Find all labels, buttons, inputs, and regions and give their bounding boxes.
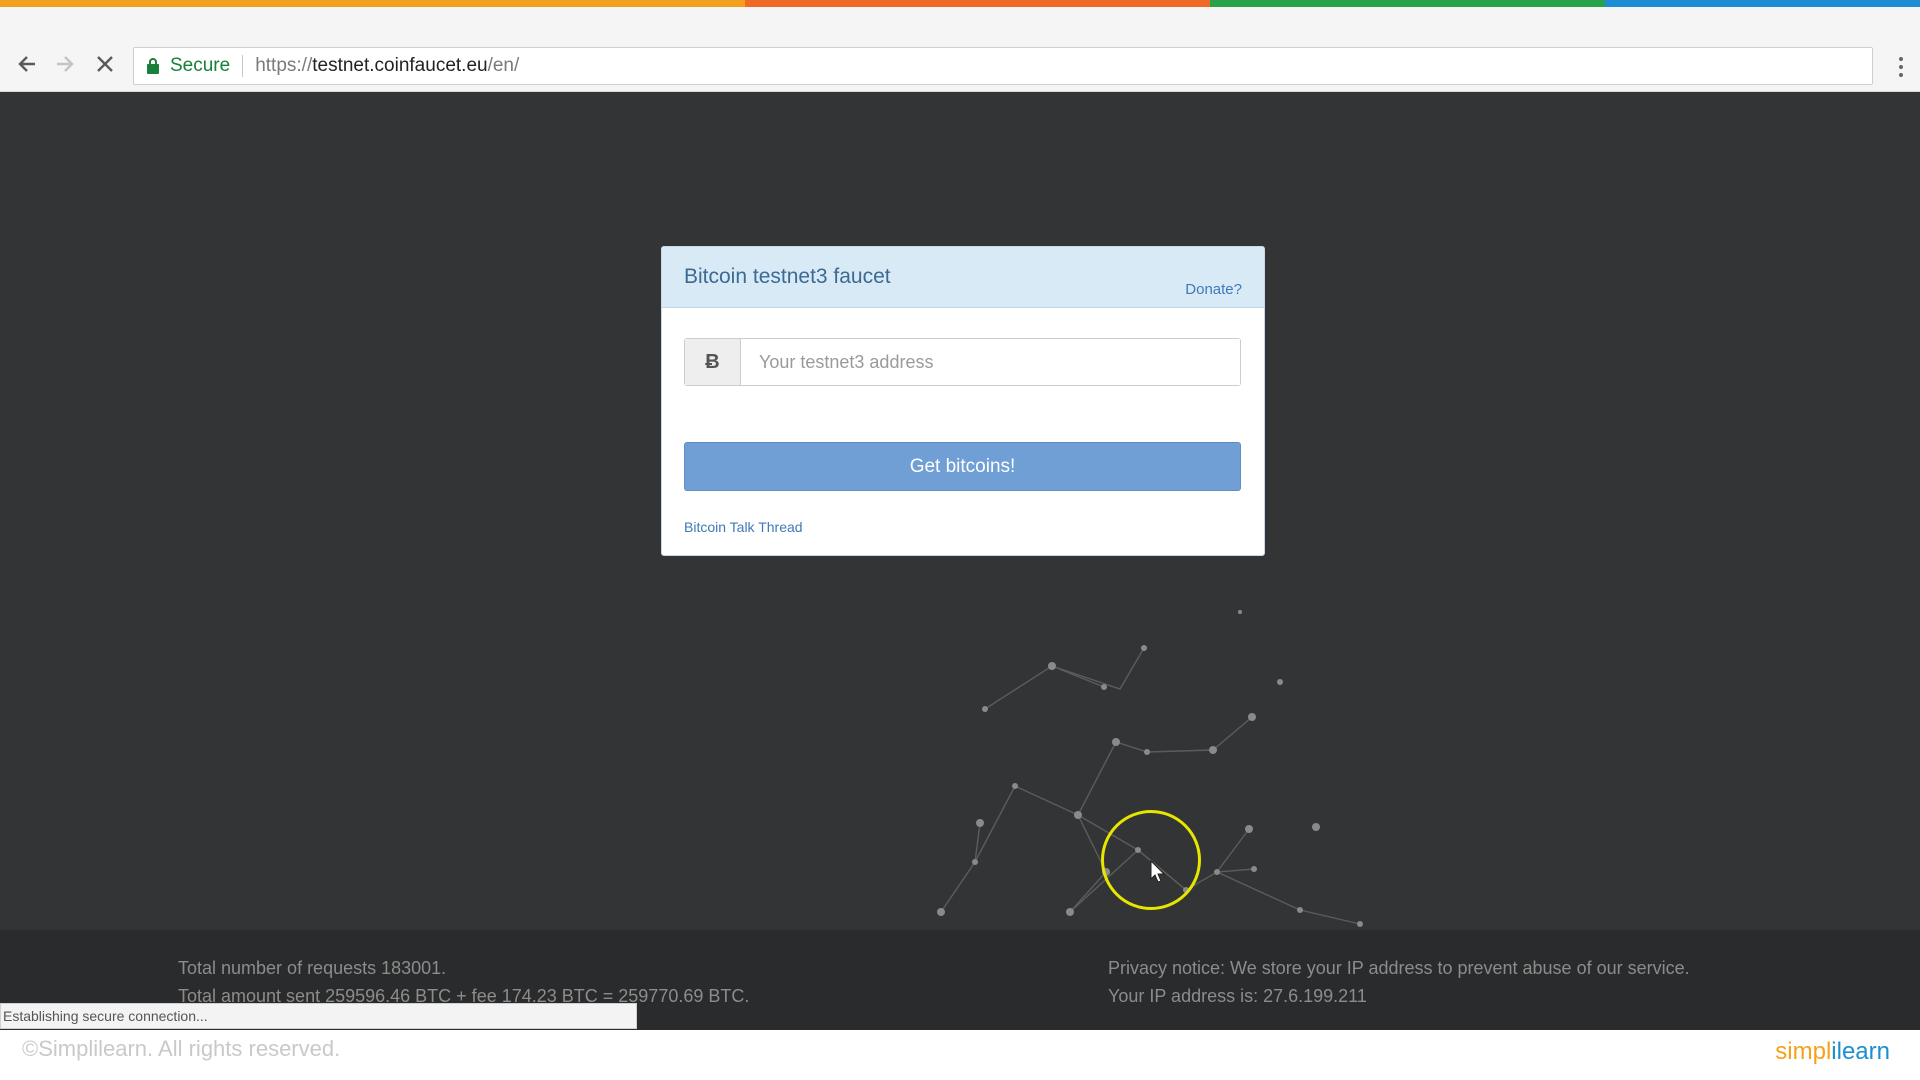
- bitcoin-talk-thread-link[interactable]: Bitcoin Talk Thread: [684, 519, 803, 535]
- testnet-address-input[interactable]: [741, 339, 1240, 385]
- get-bitcoins-button[interactable]: Get bitcoins!: [684, 442, 1241, 491]
- forward-button[interactable]: [50, 49, 80, 79]
- browser-menu-button[interactable]: [1898, 57, 1904, 79]
- mouse-pointer-icon: [1150, 860, 1166, 883]
- donate-link[interactable]: Donate?: [1185, 281, 1242, 298]
- brand-stripe: [0, 0, 1920, 7]
- browser-toolbar: Secure https://testnet.coinfaucet.eu/en/: [0, 7, 1920, 92]
- page-content: Bitcoin testnet3 faucet Donate? Ƀ Get bi…: [0, 92, 1920, 930]
- privacy-notice-text: Privacy notice: We store your IP address…: [1108, 958, 1690, 978]
- footer-stats: Total number of requests 183001. Total a…: [178, 954, 749, 1010]
- stripe-blue: [1605, 0, 1920, 7]
- ip-address-text: Your IP address is: 27.6.199.211: [1108, 986, 1367, 1006]
- brand-logo-part2: ilearn: [1831, 1038, 1890, 1065]
- brand-logo-part1: simpl: [1775, 1038, 1832, 1065]
- faucet-card: Bitcoin testnet3 faucet Donate? Ƀ Get bi…: [661, 246, 1265, 556]
- lock-icon: [147, 58, 159, 74]
- stripe-red: [745, 0, 1210, 7]
- url-scheme: https://: [255, 55, 313, 76]
- copyright-text: ©Simplilearn. All rights reserved.: [22, 1036, 341, 1061]
- url-path: /en/: [487, 55, 520, 76]
- requests-count-text: Total number of requests 183001.: [178, 958, 447, 978]
- card-title: Bitcoin testnet3 faucet: [684, 265, 891, 288]
- kebab-dot: [1899, 73, 1903, 77]
- bitcoin-icon: Ƀ: [685, 339, 741, 385]
- stripe-orange: [0, 0, 745, 7]
- arrow-right-icon: [57, 56, 74, 72]
- arrow-left-icon: [18, 56, 35, 72]
- url-host: testnet.coinfaucet.eu: [312, 55, 488, 76]
- footer-privacy: Privacy notice: We store your IP address…: [1108, 954, 1690, 1010]
- secure-label: Secure: [170, 55, 231, 76]
- omnibox-divider: [242, 55, 244, 77]
- card-header: Bitcoin testnet3 faucet Donate?: [662, 247, 1264, 308]
- browser-status-bar: Establishing secure connection...: [0, 1003, 637, 1029]
- address-bar[interactable]: Secure https://testnet.coinfaucet.eu/en/: [133, 47, 1873, 85]
- kebab-dot: [1899, 65, 1903, 69]
- address-input-group: Ƀ: [684, 338, 1241, 386]
- close-icon: [97, 56, 113, 72]
- brand-logo: simplilearn: [1775, 1038, 1890, 1066]
- video-watermark-bar: ©Simplilearn. All rights reserved. simpl…: [0, 1030, 1920, 1080]
- kebab-menu-icon: [1899, 57, 1903, 61]
- back-button[interactable]: [12, 49, 42, 79]
- stop-button[interactable]: [90, 49, 120, 79]
- stripe-green: [1210, 0, 1605, 7]
